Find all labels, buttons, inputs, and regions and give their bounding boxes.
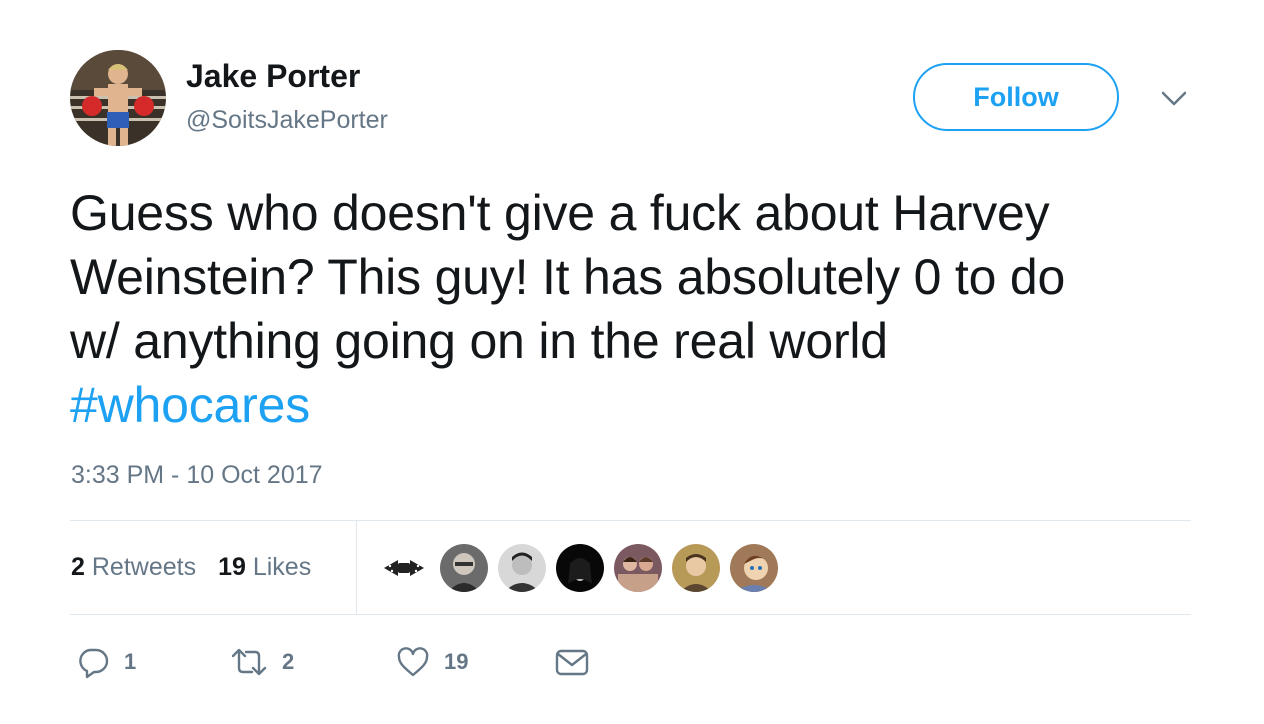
like-count: 19	[444, 649, 469, 674]
reply-button[interactable]: 1	[76, 644, 136, 680]
reply-icon	[79, 648, 109, 679]
group-photo-avatar[interactable]	[614, 544, 662, 592]
retweet-count: 2	[282, 649, 295, 674]
divider	[70, 614, 1191, 615]
likes-label: Likes	[252, 553, 312, 581]
young-man-avatar[interactable]	[498, 544, 546, 592]
chevron-down-icon[interactable]	[1158, 85, 1190, 113]
reply-count: 1	[124, 649, 137, 674]
tweet-text: Guess who doesn't give a fuck about Harv…	[70, 181, 1210, 437]
cartoon-avatar[interactable]	[730, 544, 778, 592]
envelope-icon	[555, 649, 589, 676]
retweets-label: Retweets	[91, 553, 197, 581]
stats-separator	[356, 521, 357, 614]
retweets-stat[interactable]: 2 Retweets	[71, 553, 196, 581]
like-button[interactable]: 19	[396, 644, 468, 680]
older-man-avatar[interactable]	[440, 544, 488, 592]
tweet-stats: 2 Retweets 19 Likes	[71, 551, 311, 583]
hashtag-link[interactable]: #whocares	[70, 373, 1210, 437]
tweet-timestamp[interactable]: 3:33 PM - 10 Oct 2017	[71, 460, 323, 490]
likes-stat[interactable]: 19 Likes	[218, 553, 311, 581]
tweet-text-line: Weinstein? This guy! It has absolutely 0…	[70, 249, 1066, 305]
man-avatar[interactable]	[672, 544, 720, 592]
tweet-text-line: w/ anything going on in the real world	[70, 313, 888, 369]
author-name[interactable]: Jake Porter	[186, 58, 360, 94]
follow-button[interactable]: Follow	[913, 63, 1119, 131]
author-handle[interactable]: @SoitsJakePorter	[186, 105, 388, 135]
heart-icon	[397, 647, 429, 677]
direct-message-button[interactable]	[554, 644, 590, 680]
bowtie-avatar[interactable]	[380, 544, 428, 592]
dark-portrait-avatar[interactable]	[556, 544, 604, 592]
tweet-card: Jake Porter @SoitsJakePorter Follow Gues…	[0, 0, 1264, 724]
tweet-text-line: Guess who doesn't give a fuck about Harv…	[70, 185, 1050, 241]
retweets-count: 2	[71, 553, 85, 581]
likes-count: 19	[218, 553, 246, 581]
retweet-button[interactable]: 2	[230, 644, 294, 680]
divider	[70, 520, 1191, 521]
retweet-icon	[231, 648, 267, 676]
boxer-avatar-icon	[70, 50, 166, 146]
author-avatar[interactable]	[70, 50, 166, 146]
